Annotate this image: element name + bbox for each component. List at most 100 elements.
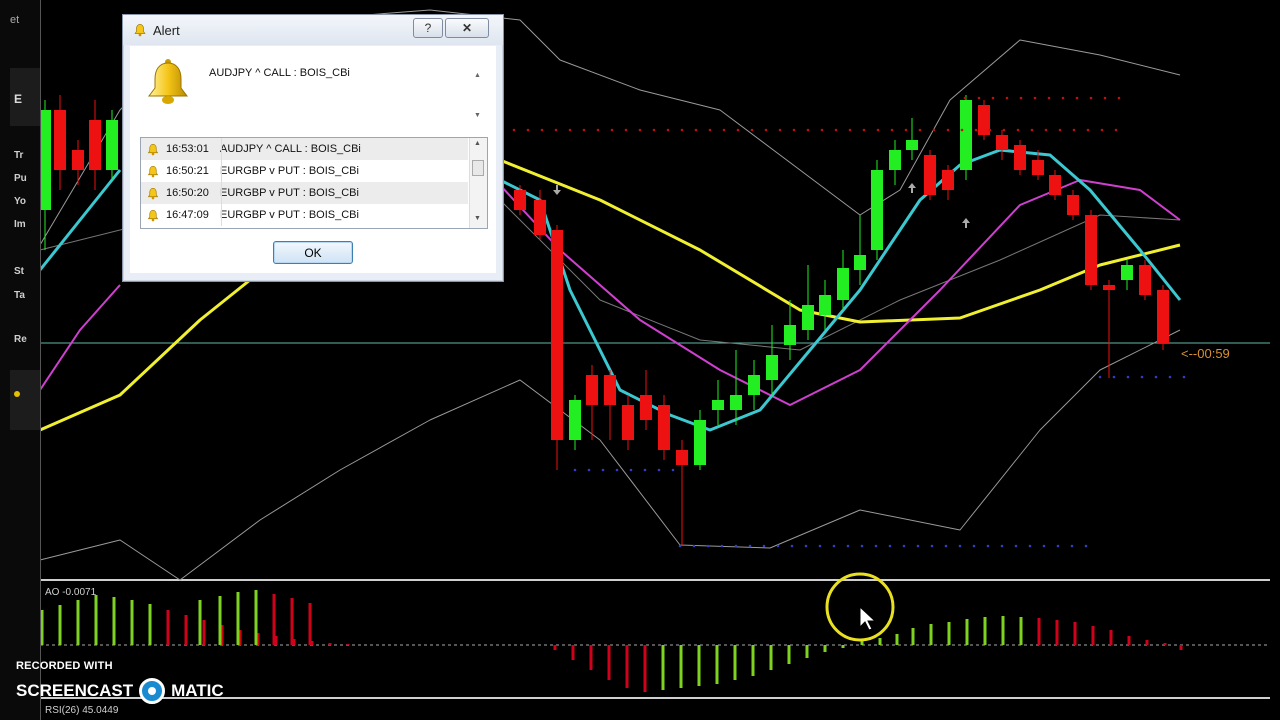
list-item[interactable]: 16:50:21 EURGBP v PUT : BOIS_CBi <box>141 160 468 182</box>
support-dot <box>818 544 822 548</box>
candle-body <box>694 420 706 465</box>
alert-dialog[interactable]: Alert ? ✕ AUDJPY ^ CALL : BOIS_CBi ▲ ▼ 1… <box>122 14 504 282</box>
panel-label: Re <box>14 334 27 345</box>
close-button[interactable]: ✕ <box>445 18 489 38</box>
panel-label: Tr <box>14 150 24 161</box>
dialog-body: AUDJPY ^ CALL : BOIS_CBi ▲ ▼ 16:53:01 AU… <box>130 46 496 273</box>
ao-indicator-label: AO -0.0071 <box>45 587 97 598</box>
support-dot <box>860 544 864 548</box>
panel-top-text: et <box>10 14 20 26</box>
candle-body <box>854 255 866 270</box>
support-dot <box>972 544 976 548</box>
support-dot <box>692 544 696 548</box>
candle-body <box>712 400 724 410</box>
support-dot <box>1056 544 1060 548</box>
message-scrollbar[interactable]: ▲ ▼ <box>472 70 484 122</box>
resistance-dot <box>977 96 981 100</box>
resistance-dot <box>890 128 894 132</box>
support-dot <box>1112 375 1116 379</box>
resistance-dot <box>1072 128 1076 132</box>
down-arrow-icon <box>553 185 561 195</box>
resistance-dot <box>991 96 995 100</box>
support-dot <box>958 544 962 548</box>
scroll-thumb[interactable] <box>472 160 484 176</box>
candle-body <box>1139 265 1151 295</box>
resistance-dot <box>1019 96 1023 100</box>
candle-body <box>1067 195 1079 215</box>
resistance-dot <box>1047 96 1051 100</box>
resistance-dot <box>750 128 754 132</box>
resistance-dot <box>596 128 600 132</box>
resistance-dot <box>1033 96 1037 100</box>
support-dot <box>874 544 878 548</box>
support-dot <box>832 544 836 548</box>
support-dot <box>601 468 605 472</box>
resistance-dot <box>1075 96 1079 100</box>
support-dot <box>1098 375 1102 379</box>
candle-body <box>586 375 598 405</box>
list-item[interactable]: 16:50:20 EURGBP v PUT : BOIS_CBi <box>141 182 468 204</box>
candle-timer: <--00:59 <box>1181 346 1230 361</box>
list-item[interactable]: 16:47:09 EURGBP v PUT : BOIS_CBi <box>141 204 468 226</box>
panel-label: Pu <box>14 173 27 184</box>
resistance-dot <box>1103 96 1107 100</box>
support-dot <box>1126 375 1130 379</box>
up-arrow-icon <box>962 218 970 228</box>
bell-icon <box>147 165 159 177</box>
candle-body <box>996 135 1008 150</box>
candle-body <box>819 295 831 315</box>
panel-block <box>10 370 40 430</box>
alert-bell-icon <box>148 59 188 104</box>
fast-ma-line <box>38 169 122 271</box>
candle-body <box>514 190 526 210</box>
resistance-dot <box>1114 128 1118 132</box>
resistance-dot <box>526 128 530 132</box>
rsi-indicator-label: RSI(26) 45.0449 <box>45 705 119 716</box>
list-item[interactable]: 16:53:01 AUDJPY ^ CALL : BOIS_CBi <box>141 138 468 160</box>
resistance-dot <box>568 128 572 132</box>
support-dot <box>615 468 619 472</box>
candle-body <box>658 405 670 450</box>
resistance-dot <box>1044 128 1048 132</box>
support-dot <box>629 468 633 472</box>
bell-icon <box>147 209 159 221</box>
panel-label: E <box>14 92 23 106</box>
support-dot <box>986 544 990 548</box>
resistance-dot <box>778 128 782 132</box>
resistance-dot <box>834 128 838 132</box>
resistance-dot <box>1005 96 1009 100</box>
candle-body <box>1049 175 1061 195</box>
candle-body <box>978 105 990 135</box>
scroll-down-icon[interactable]: ▼ <box>474 112 481 119</box>
resistance-dot <box>624 128 628 132</box>
resistance-dot <box>694 128 698 132</box>
candle-body <box>766 355 778 380</box>
resistance-dot <box>1117 96 1121 100</box>
scroll-up-icon[interactable]: ▲ <box>474 72 481 79</box>
resistance-dot <box>988 128 992 132</box>
scroll-up-icon[interactable]: ▲ <box>474 140 481 147</box>
scroll-down-icon[interactable]: ▼ <box>474 215 481 222</box>
support-dot <box>846 544 850 548</box>
support-dot <box>678 544 682 548</box>
dialog-titlebar[interactable]: Alert ? ✕ <box>123 15 503 45</box>
resistance-dot <box>1002 128 1006 132</box>
candle-body <box>942 170 954 190</box>
candle-body <box>551 230 563 440</box>
support-dot <box>671 468 675 472</box>
resistance-dot <box>1016 128 1020 132</box>
resistance-dot <box>862 128 866 132</box>
list-scrollbar[interactable]: ▲ ▼ <box>469 138 487 228</box>
support-dot <box>888 544 892 548</box>
panel-label: Yo <box>14 196 27 207</box>
help-button[interactable]: ? <box>413 18 443 38</box>
candle-body <box>1014 145 1026 170</box>
resistance-dot <box>764 128 768 132</box>
resistance-dot <box>806 128 810 132</box>
resistance-dot <box>722 128 726 132</box>
support-dot <box>1070 544 1074 548</box>
support-dot <box>1014 544 1018 548</box>
alert-history-list[interactable]: 16:53:01 AUDJPY ^ CALL : BOIS_CBi 16:50:… <box>140 137 488 229</box>
candle-body <box>604 375 616 405</box>
ok-button[interactable]: OK <box>273 241 353 264</box>
